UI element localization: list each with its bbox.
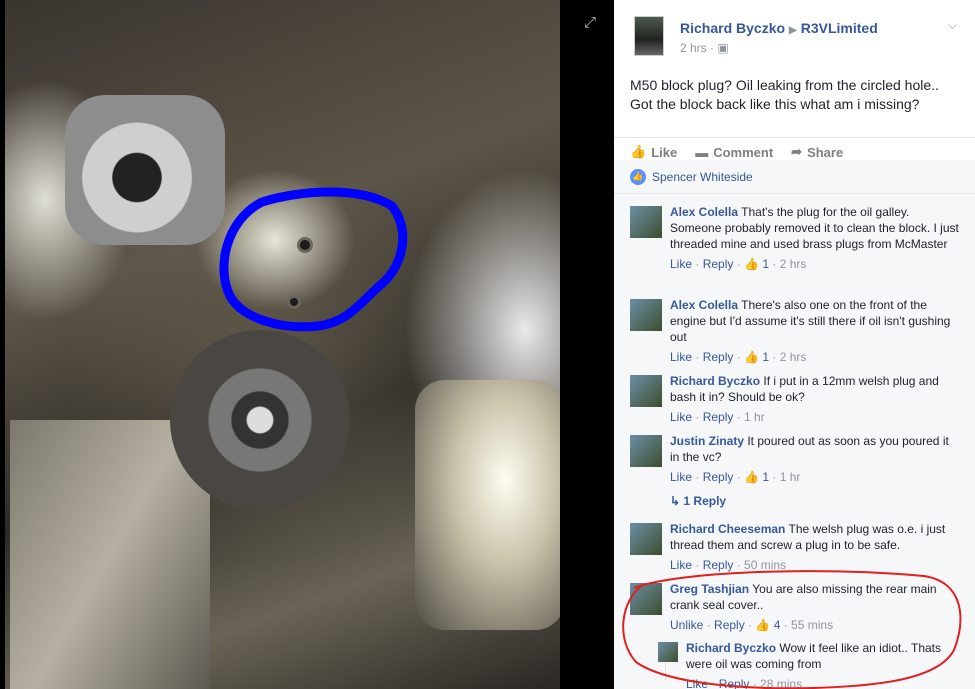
comment-actions: Like · Reply · 👍 1 · 1 hr [670, 470, 801, 484]
like-label: Like [651, 144, 678, 160]
likers-name[interactable]: Spencer Whiteside [652, 170, 753, 184]
chevron-down-icon[interactable]: ⌵ [948, 18, 957, 33]
post-sidebar: Richard Byczko ▶ R3VLimited 2 hrs · ▣ ⌵ M5… [614, 0, 975, 689]
avatar[interactable] [630, 523, 662, 555]
comment-unlike-link[interactable]: Unlike [670, 618, 703, 632]
comment-author[interactable]: Justin Zinaty [670, 434, 744, 448]
replies-count: 1 Reply [683, 494, 727, 508]
comment-actions: Like · Reply · 1 hr [670, 410, 765, 424]
comments-section: 👍 Spencer Whiteside Alex Colella That's … [614, 160, 975, 689]
comment-like-link[interactable]: Like [670, 350, 692, 364]
comment-actions: Like · Reply · 50 mins [670, 558, 787, 572]
comment-time[interactable]: 2 hrs [780, 257, 807, 271]
oil-galley-hole [300, 240, 310, 250]
comment-time[interactable]: 28 mins [760, 677, 802, 689]
post-time[interactable]: 2 hrs [680, 41, 707, 55]
post-meta: 2 hrs · ▣ [680, 41, 729, 55]
comment-like-link[interactable]: Like [670, 558, 692, 572]
engine-photo [5, 0, 560, 689]
comment-like-count[interactable]: 4 [774, 618, 781, 632]
audience-icon: ▣ [717, 41, 729, 55]
bolt-hole [290, 298, 298, 306]
comment-like-count[interactable]: 1 [762, 350, 769, 364]
comment-author[interactable]: Alex Colella [670, 205, 738, 219]
likers-row: 👍 Spencer Whiteside [614, 160, 975, 194]
comment-reply-link[interactable]: Reply [703, 410, 734, 424]
view-replies-link[interactable]: ↳ 1 Reply [670, 494, 726, 508]
thumbs-up-icon: 👍 [630, 144, 647, 159]
post-text-line: M50 block plug? Oil leaking from the cir… [630, 77, 939, 93]
expand-icon[interactable]: ⤢ [584, 14, 602, 32]
photo-viewer: ⤢ Richard Byczko ▶ R3VLimited 2 hrs · ▣ ⌵ … [0, 0, 975, 689]
comment-like-link[interactable]: Like [670, 410, 692, 424]
comment: Justin Zinaty It poured out as soon as y… [630, 433, 960, 485]
like-badge-icon: 👍 [630, 168, 646, 185]
exhaust-manifold [415, 380, 560, 630]
comment: Richard Byczko If i put in a 12mm welsh … [630, 373, 960, 425]
comment-actions: Like · Reply · 👍 1 · 2 hrs [670, 257, 807, 271]
comment-button[interactable]: ▬ Comment [695, 145, 773, 160]
post-group[interactable]: R3VLimited [801, 20, 878, 36]
avatar[interactable] [630, 435, 662, 467]
comment-reply-link[interactable]: Reply [703, 257, 734, 271]
starter-motor [65, 95, 225, 245]
comment-actions: Like · Reply · 28 mins [686, 677, 803, 689]
comment-reply-link[interactable]: Reply [703, 558, 734, 572]
author-avatar[interactable] [634, 16, 664, 56]
avatar[interactable] [658, 642, 678, 662]
comment-time[interactable]: 55 mins [791, 618, 833, 632]
comment-time[interactable]: 50 mins [744, 558, 786, 572]
comment-label: Comment [713, 144, 774, 160]
comment: Richard Cheeseman The welsh plug was o.e… [630, 521, 960, 573]
comment-reply: Richard Byczko Wow it feel like an idiot… [658, 640, 958, 689]
reply-arrow-icon: ↳ [670, 494, 681, 508]
crank-flange [170, 330, 350, 510]
like-button[interactable]: 👍 Like [630, 144, 677, 160]
avatar[interactable] [630, 375, 662, 407]
arrow-right-icon: ▶ [789, 25, 797, 36]
comment-author[interactable]: Richard Byczko [670, 374, 760, 388]
post-header: Richard Byczko ▶ R3VLimited 2 hrs · ▣ ⌵ [614, 0, 975, 64]
comment-time[interactable]: 1 hr [744, 410, 765, 424]
share-button[interactable]: ➦ Share [791, 144, 843, 160]
photo-pane: ⤢ [0, 0, 596, 689]
comment-author[interactable]: Richard Cheeseman [670, 522, 785, 536]
avatar[interactable] [630, 299, 662, 331]
post-author-line: Richard Byczko ▶ R3VLimited [680, 20, 878, 36]
comment-icon: ▬ [695, 144, 709, 160]
comment-reply-link[interactable]: Reply [703, 350, 734, 364]
post-text: M50 block plug? Oil leaking from the cir… [614, 68, 975, 140]
comment: Alex Colella There's also one on the fro… [630, 297, 960, 365]
post-author[interactable]: Richard Byczko [680, 20, 785, 36]
comment-reply-link[interactable]: Reply [719, 677, 750, 689]
thumbs-up-icon: 👍 [744, 470, 759, 484]
comment: Alex Colella That's the plug for the oil… [630, 204, 960, 272]
comment-like-link[interactable]: Like [670, 257, 692, 271]
thumbs-up-icon: 👍 [744, 257, 759, 271]
thumbs-up-icon: 👍 [744, 350, 759, 364]
comment-reply-link[interactable]: Reply [714, 618, 745, 632]
avatar[interactable] [630, 206, 662, 238]
comment-like-link[interactable]: Like [686, 677, 708, 689]
comment-time[interactable]: 2 hrs [780, 350, 807, 364]
post-text-line: Got the block back like this what am i m… [630, 96, 920, 112]
comment-author[interactable]: Greg Tashjian [670, 582, 749, 596]
comment-like-count[interactable]: 1 [762, 257, 769, 271]
comment-like-count[interactable]: 1 [762, 470, 769, 484]
share-label: Share [807, 144, 844, 160]
avatar[interactable] [630, 583, 662, 615]
comment-author[interactable]: Richard Byczko [686, 641, 776, 655]
share-icon: ➦ [791, 144, 803, 159]
comment: Greg Tashjian You are also missing the r… [630, 581, 960, 633]
comment-like-link[interactable]: Like [670, 470, 692, 484]
comment-actions: Like · Reply · 👍 1 · 2 hrs [670, 350, 807, 364]
comment-reply-link[interactable]: Reply [703, 470, 734, 484]
comment-actions: Unlike · Reply · 👍 4 · 55 mins [670, 618, 834, 632]
comment-time[interactable]: 1 hr [780, 470, 801, 484]
comment-author[interactable]: Alex Colella [670, 298, 738, 312]
thumbs-up-icon: 👍 [755, 618, 771, 632]
